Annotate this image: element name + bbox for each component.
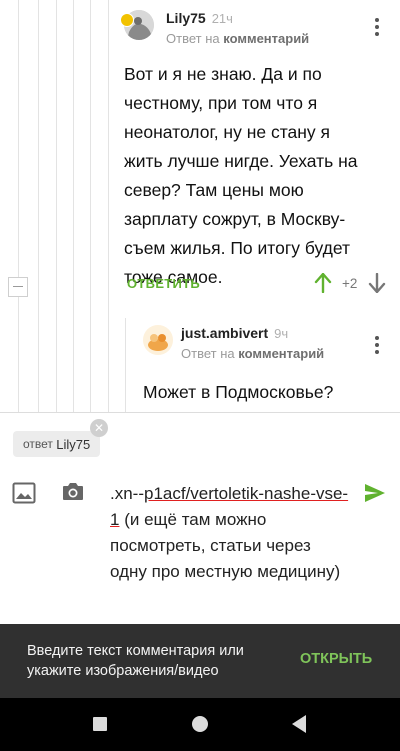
snackbar: Введите текст комментария или укажите из… — [0, 624, 400, 698]
reply-target-link[interactable]: комментарий — [238, 346, 324, 361]
thread-line — [38, 0, 39, 412]
more-options-icon[interactable] — [370, 18, 384, 36]
thread-line — [108, 0, 109, 412]
comment-text: Вот и я не знаю. Да и по честному, при т… — [124, 64, 358, 287]
reply-button[interactable]: ОТВЕТИТЬ — [127, 276, 200, 291]
thread-line — [125, 318, 126, 412]
reply-chip-user: Lily75 — [56, 436, 91, 452]
comment-input[interactable]: .xn--p1acf/vertoletik-nashe-vse-1 (и ещё… — [110, 481, 350, 585]
badge-icon — [120, 13, 134, 27]
reply-target-link[interactable]: комментарий — [223, 31, 309, 46]
snackbar-open-button[interactable]: ОТКРЫТЬ — [300, 651, 372, 667]
camera-icon[interactable] — [61, 480, 85, 502]
avatar[interactable] — [143, 325, 173, 355]
reply-chip: ответ Lily75 — [13, 431, 101, 457]
reply-to-line: Ответ на комментарий — [181, 346, 324, 361]
more-options-icon[interactable] — [370, 336, 384, 354]
snackbar-message: Введите текст комментария или укажите из… — [27, 643, 244, 679]
comment-header: Lily75 21ч Ответ на комментарий — [124, 10, 309, 46]
reply-to-line: Ответ на комментарий — [166, 31, 309, 46]
back-icon[interactable] — [290, 714, 308, 734]
input-text: (и ещё там можно посмотреть, статьи чере… — [110, 510, 341, 581]
image-icon[interactable] — [12, 482, 36, 504]
rating-value: +2 — [342, 276, 358, 291]
collapse-thread-button[interactable] — [8, 277, 28, 297]
system-navigation-bar — [0, 698, 400, 751]
reply-chip-prefix: ответ — [23, 437, 53, 451]
comment-time: 21ч — [211, 11, 233, 26]
reply-prefix: Ответ на — [166, 31, 220, 46]
thread-line — [73, 0, 74, 412]
thread-line — [90, 0, 91, 412]
comment-text: Может в Подмосковье? — [143, 382, 334, 402]
comment-thread: Lily75 21ч Ответ на комментарий Вот и я н… — [0, 0, 400, 412]
home-icon[interactable] — [191, 715, 209, 733]
reply-prefix: Ответ на — [181, 346, 235, 361]
downvote-arrow-icon[interactable] — [368, 273, 386, 293]
upvote-arrow-icon[interactable] — [314, 273, 332, 293]
thread-line — [18, 0, 19, 412]
thread-line — [56, 0, 57, 412]
input-text: .xn-- — [110, 484, 144, 503]
comment-header: just.ambivert 9ч Ответ на комментарий — [143, 325, 324, 361]
avatar-image — [143, 325, 173, 355]
comment-author[interactable]: Lily75 — [166, 10, 206, 26]
send-icon[interactable] — [364, 483, 386, 503]
recent-apps-icon[interactable] — [92, 716, 108, 732]
comment-composer: ответ Lily75 ✕ .xn--p1acf/vertoletik-nas… — [0, 412, 400, 625]
close-icon[interactable]: ✕ — [90, 419, 108, 437]
comment-author[interactable]: just.ambivert — [181, 325, 268, 341]
comment-time: 9ч — [274, 326, 289, 341]
